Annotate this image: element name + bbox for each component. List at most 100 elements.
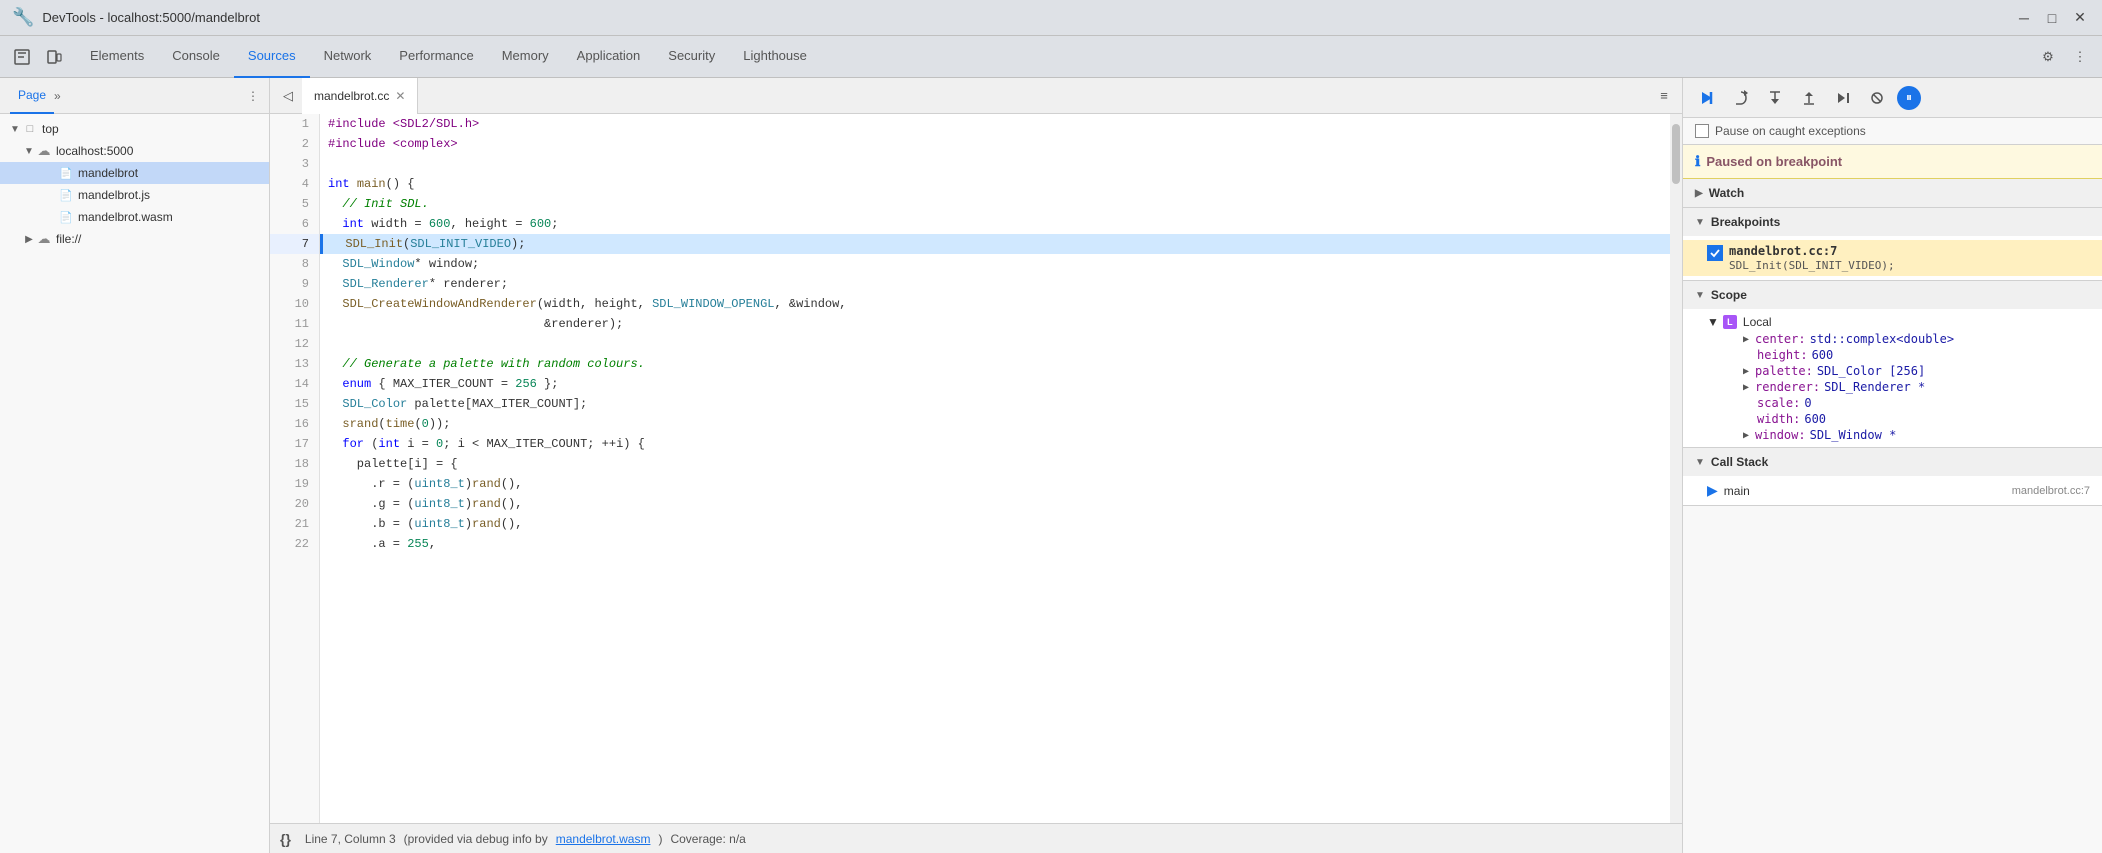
call-stack-header[interactable]: ▼ Call Stack [1683, 448, 2102, 476]
tab-memory[interactable]: Memory [488, 36, 563, 78]
main-layout: Page » ⋮ ▼ □ top ▼ ☁ localhost:5000 📄 ma… [0, 78, 2102, 853]
tree-item-file[interactable]: ▶ ☁ file:// [0, 228, 269, 250]
tree-item-mandelbrot-js[interactable]: 📄 mandelbrot.js [0, 184, 269, 206]
step-btn[interactable] [1829, 84, 1857, 112]
close-button[interactable]: ✕ [2070, 8, 2090, 28]
step-into-btn[interactable] [1761, 84, 1789, 112]
tab-console[interactable]: Console [158, 36, 234, 78]
pause-exceptions-label: Pause on caught exceptions [1715, 124, 1866, 138]
scope-var-palette[interactable]: ▶ palette: SDL_Color [256] [1683, 363, 2102, 379]
watch-label: Watch [1709, 186, 1745, 200]
tab-application[interactable]: Application [563, 36, 655, 78]
scrollbar-thumb[interactable] [1672, 124, 1680, 184]
scope-local-header[interactable]: ▼ L Local [1683, 313, 2102, 331]
editor-tab-mandelbrot[interactable]: mandelbrot.cc ✕ [302, 78, 418, 114]
maximize-button[interactable]: □ [2042, 8, 2062, 28]
editor-nav-back[interactable]: ◁ [274, 82, 302, 110]
scope-var-center[interactable]: ▶ center: std::complex<double> [1683, 331, 2102, 347]
status-source-file[interactable]: mandelbrot.wasm [556, 832, 651, 846]
file-icon-mandelbrot-wasm: 📄 [58, 209, 74, 225]
device-toolbar-icon[interactable] [40, 43, 68, 71]
resume-btn[interactable] [1693, 84, 1721, 112]
line-numbers: 1 2 3 4 5 6 7 8 9 10 11 12 13 14 15 16 1… [270, 114, 320, 823]
format-braces-btn[interactable]: {} [280, 831, 291, 847]
scope-local-arrow: ▼ [1707, 315, 1719, 329]
tree-item-localhost[interactable]: ▼ ☁ localhost:5000 [0, 140, 269, 162]
tree-label-localhost: localhost:5000 [56, 144, 133, 158]
breakpoints-body: mandelbrot.cc:7 SDL_Init(SDL_INIT_VIDEO)… [1683, 236, 2102, 280]
more-menu-icon[interactable]: ⋮ [2066, 43, 2094, 71]
code-line-6: int width = 600, height = 600; [320, 214, 1670, 234]
breakpoint-checkbox[interactable] [1707, 245, 1723, 261]
editor-format-btn[interactable]: ≡ [1650, 82, 1678, 110]
tree-item-mandelbrot[interactable]: 📄 mandelbrot [0, 162, 269, 184]
call-stack-section: ▼ Call Stack ▶ main mandelbrot.cc:7 [1683, 448, 2102, 506]
scope-var-renderer-arrow[interactable]: ▶ [1743, 382, 1749, 393]
panel-scroll-area[interactable]: ℹ Paused on breakpoint ▶ Watch ▼ Breakpo… [1683, 145, 2102, 853]
scope-section: ▼ Scope ▼ L Local ▶ center: std::complex… [1683, 281, 2102, 448]
step-out-btn[interactable] [1795, 84, 1823, 112]
call-stack-loc: mandelbrot.cc:7 [2012, 485, 2090, 497]
step-over-btn[interactable] [1727, 84, 1755, 112]
tree-label-mandelbrot: mandelbrot [78, 166, 138, 180]
line-num-9: 9 [270, 274, 319, 294]
breakpoint-item[interactable]: mandelbrot.cc:7 SDL_Init(SDL_INIT_VIDEO)… [1683, 240, 2102, 276]
editor-tab-close[interactable]: ✕ [395, 89, 405, 103]
scope-local-label: Local [1743, 315, 1772, 329]
line-num-3: 3 [270, 154, 319, 174]
code-line-1: #include <SDL2/SDL.h> [320, 114, 1670, 134]
code-line-20: .g = (uint8_t)rand(), [320, 494, 1670, 514]
tab-performance[interactable]: Performance [385, 36, 487, 78]
scope-var-center-name: center: [1755, 332, 1806, 346]
tab-elements[interactable]: Elements [76, 36, 158, 78]
tree-item-mandelbrot-wasm[interactable]: 📄 mandelbrot.wasm [0, 206, 269, 228]
settings-icon[interactable]: ⚙ [2034, 43, 2062, 71]
code-content[interactable]: #include <SDL2/SDL.h> #include <complex>… [320, 114, 1670, 823]
breakpoints-header[interactable]: ▼ Breakpoints [1683, 208, 2102, 236]
breakpoints-label: Breakpoints [1711, 215, 1780, 229]
sidebar-more-icon[interactable]: » [54, 89, 61, 103]
scope-var-palette-name: palette: [1755, 364, 1813, 378]
status-left: {} Line 7, Column 3 (provided via debug … [280, 831, 746, 847]
sidebar-kebab-menu[interactable]: ⋮ [247, 89, 259, 103]
status-coverage: Coverage: n/a [670, 832, 745, 846]
scope-var-width: width: 600 [1683, 411, 2102, 427]
line-num-1: 1 [270, 114, 319, 134]
scope-var-palette-arrow[interactable]: ▶ [1743, 366, 1749, 377]
code-line-5: // Init SDL. [320, 194, 1670, 214]
code-line-3 [320, 154, 1670, 174]
line-num-8: 8 [270, 254, 319, 274]
scope-var-width-name: width: [1757, 412, 1800, 426]
scope-arrow: ▼ [1695, 290, 1705, 301]
scope-var-window[interactable]: ▶ window: SDL_Window * [1683, 427, 2102, 443]
status-bar: {} Line 7, Column 3 (provided via debug … [270, 823, 1682, 853]
minimize-button[interactable]: ─ [2014, 8, 2034, 28]
tab-sources[interactable]: Sources [234, 36, 310, 78]
scope-var-renderer-name: renderer: [1755, 380, 1820, 394]
code-line-14: enum { MAX_ITER_COUNT = 256 }; [320, 374, 1670, 394]
sidebar-tab-page[interactable]: Page [10, 78, 54, 114]
watch-header[interactable]: ▶ Watch [1683, 179, 2102, 207]
scope-header[interactable]: ▼ Scope [1683, 281, 2102, 309]
deactivate-breakpoints-btn[interactable] [1863, 84, 1891, 112]
tree-item-top[interactable]: ▼ □ top [0, 118, 269, 140]
scope-var-height-value: 600 [1812, 348, 1834, 362]
inspect-icon[interactable] [8, 43, 36, 71]
scope-var-window-arrow[interactable]: ▶ [1743, 430, 1749, 441]
scope-var-renderer[interactable]: ▶ renderer: SDL_Renderer * [1683, 379, 2102, 395]
breakpoint-file: mandelbrot.cc:7 [1729, 244, 1895, 258]
call-stack-icon: ▶ [1707, 482, 1718, 499]
breakpoint-banner-text: Paused on breakpoint [1706, 154, 1842, 169]
pause-btn[interactable]: ⏸ [1897, 86, 1921, 110]
right-panel: ⏸ Pause on caught exceptions ℹ Paused on… [1682, 78, 2102, 853]
scope-var-center-arrow[interactable]: ▶ [1743, 334, 1749, 345]
pause-exceptions-checkbox[interactable] [1695, 124, 1709, 138]
tab-security[interactable]: Security [654, 36, 729, 78]
tab-lighthouse[interactable]: Lighthouse [729, 36, 821, 78]
tab-network[interactable]: Network [310, 36, 386, 78]
devtools-tab-bar: Elements Console Sources Network Perform… [0, 36, 2102, 78]
call-stack-label: Call Stack [1711, 455, 1768, 469]
scrollbar-vertical[interactable] [1670, 114, 1682, 823]
call-stack-item-main[interactable]: ▶ main mandelbrot.cc:7 [1683, 480, 2102, 501]
code-line-7: SDL_Init(SDL_INIT_VIDEO); [320, 234, 1670, 254]
